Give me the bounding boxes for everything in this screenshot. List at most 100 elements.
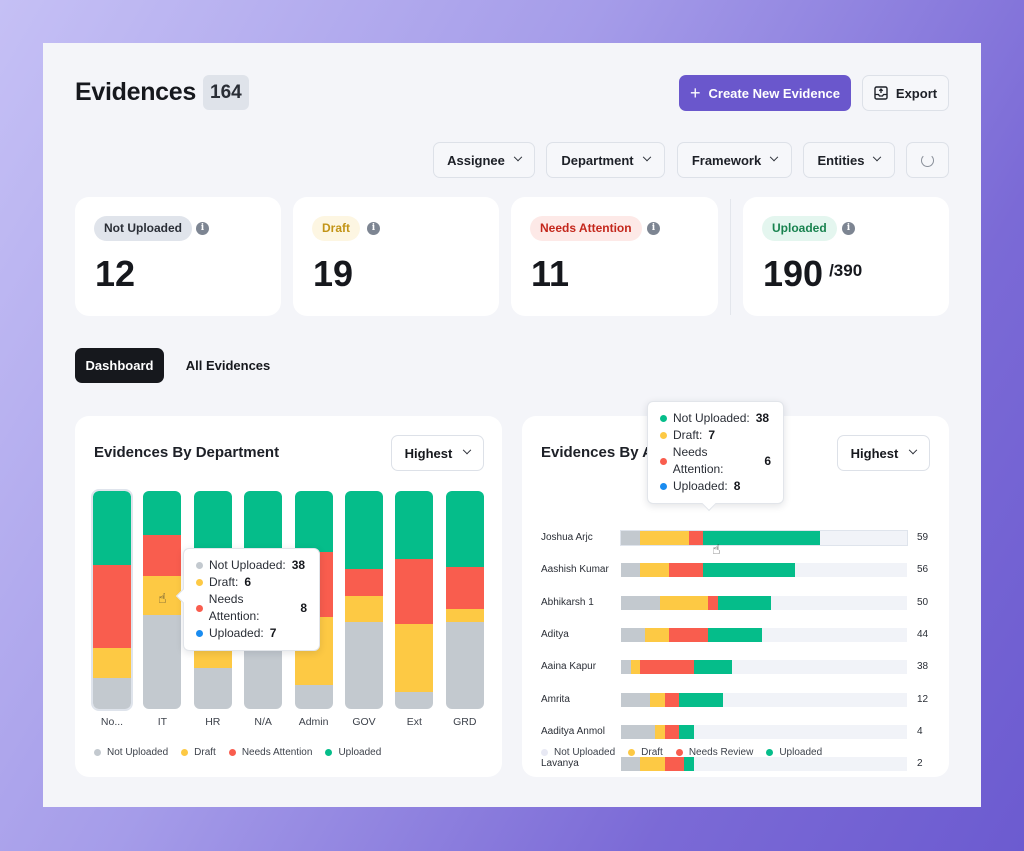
bar-segment-not-uploaded[interactable] — [294, 685, 333, 709]
sort-dropdown[interactable]: Highest — [837, 435, 930, 471]
bar-segment-not-uploaded[interactable] — [345, 621, 383, 709]
bar-segment-needs-attention[interactable] — [143, 534, 182, 576]
assignee-row-abhikarsh-1[interactable]: Abhikarsh 1 50 — [541, 595, 931, 610]
bar-segment-draft[interactable] — [93, 647, 131, 679]
legend-item-not-uploaded[interactable]: Not Uploaded — [94, 747, 168, 758]
bar-segment-not-uploaded[interactable] — [621, 563, 641, 578]
bar-segment-needs-review[interactable] — [708, 595, 718, 610]
bar-track[interactable] — [621, 563, 907, 578]
legend-item-not-uploaded[interactable]: Not Uploaded — [541, 747, 615, 758]
bar-segment-not-uploaded[interactable] — [193, 667, 232, 709]
assignee-row-lavanya[interactable]: Lavanya 2 — [541, 757, 931, 772]
bar-grd[interactable] — [445, 491, 484, 709]
bar-segment-not-uploaded[interactable] — [143, 615, 182, 709]
bar-segment-needs-attention[interactable] — [345, 569, 383, 596]
bar-track[interactable] — [621, 595, 907, 610]
tab-dashboard[interactable]: Dashboard — [75, 348, 164, 383]
bar-track[interactable] — [621, 757, 907, 772]
bar-track[interactable] — [621, 692, 907, 707]
bar-segment-not-uploaded[interactable] — [621, 660, 631, 675]
bar-segment-not-uploaded[interactable] — [445, 621, 484, 709]
bar-segment-not-uploaded[interactable] — [621, 757, 641, 772]
bar-segment-draft[interactable] — [659, 595, 709, 610]
bar-segment-uploaded[interactable] — [679, 692, 723, 707]
bar-segment-needs-review[interactable] — [669, 627, 709, 642]
bar-segment-needs-review[interactable] — [688, 531, 704, 545]
bar-segment-needs-review[interactable] — [664, 724, 680, 739]
department-filter[interactable]: Department — [546, 142, 665, 178]
bar-segment-draft[interactable] — [445, 608, 484, 622]
refresh-button[interactable] — [906, 142, 949, 178]
legend-item-draft[interactable]: Draft — [628, 747, 663, 758]
bar-gov[interactable] — [345, 491, 383, 709]
bar-segment-uploaded[interactable] — [693, 660, 733, 675]
bar-segment-not-uploaded[interactable] — [621, 692, 651, 707]
info-icon[interactable]: i — [842, 222, 855, 235]
bar-segment-uploaded[interactable] — [703, 531, 820, 545]
bar-segment-needs-attention[interactable] — [445, 567, 484, 609]
bar-segment-uploaded[interactable] — [93, 491, 131, 566]
bar-segment-draft[interactable] — [645, 627, 670, 642]
bar-segment-draft[interactable] — [395, 623, 434, 692]
create-new-evidence-button[interactable]: + Create New Evidence — [679, 75, 851, 111]
bar-segment-not-uploaded[interactable] — [395, 691, 434, 709]
legend-item-needs-attention[interactable]: Needs Attention — [228, 747, 312, 758]
assignee-row-aaditya-anmol[interactable]: Aaditya Anmol 4 — [541, 724, 931, 739]
bar-segment-not-uploaded[interactable] — [621, 595, 660, 610]
bar-track[interactable] — [620, 530, 908, 546]
assignee-row-aashish-kumar[interactable]: Aashish Kumar 56 — [541, 563, 931, 578]
bar-segment-draft[interactable] — [640, 757, 665, 772]
bar-segment-needs-review[interactable] — [664, 757, 684, 772]
assignee-row-joshua-arjc[interactable]: Joshua Arjc 59 — [541, 530, 931, 546]
bar-no[interactable] — [91, 489, 133, 711]
assignee-row-aaina-kapur[interactable]: Aaina Kapur 38 — [541, 660, 931, 675]
legend-item-needs-review[interactable]: Needs Review — [675, 747, 753, 758]
bar-segment-not-uploaded[interactable] — [244, 641, 283, 709]
info-icon[interactable]: i — [367, 222, 380, 235]
bar-segment-draft[interactable] — [654, 724, 665, 739]
legend-item-uploaded[interactable]: Uploaded — [325, 747, 381, 758]
bar-segment-uploaded[interactable] — [683, 757, 694, 772]
bar-segment-uploaded[interactable] — [345, 491, 383, 570]
bar-segment-needs-attention[interactable] — [395, 558, 434, 624]
entities-filter[interactable]: Entities — [803, 142, 895, 178]
bar-segment-needs-review[interactable] — [669, 563, 704, 578]
bar-segment-uploaded[interactable] — [679, 724, 694, 739]
bar-segment-uploaded[interactable] — [445, 491, 484, 568]
bar-segment-needs-attention[interactable] — [93, 565, 131, 648]
framework-filter[interactable]: Framework — [677, 142, 792, 178]
export-button[interactable]: Export — [862, 75, 949, 111]
bar-segment-not-uploaded[interactable] — [93, 678, 131, 709]
bar-segment-uploaded[interactable] — [193, 491, 232, 555]
assignee-filter[interactable]: Assignee — [433, 142, 535, 178]
info-icon[interactable]: i — [196, 222, 209, 235]
bar-ext[interactable] — [395, 491, 434, 709]
tab-all-evidences[interactable]: All Evidences — [177, 348, 279, 383]
info-icon[interactable]: i — [647, 222, 660, 235]
bar-segment-draft[interactable] — [345, 595, 383, 622]
bar-track[interactable] — [621, 660, 907, 675]
bar-segment-uploaded[interactable] — [708, 627, 762, 642]
bar-segment-uploaded[interactable] — [717, 595, 772, 610]
bar-segment-draft[interactable] — [640, 563, 670, 578]
bar-segment-needs-review[interactable] — [640, 660, 694, 675]
bar-segment-draft[interactable] — [650, 692, 665, 707]
bar-segment-uploaded[interactable] — [143, 491, 182, 535]
assignee-row-aditya[interactable]: Aditya 44 — [541, 627, 931, 642]
bar-track[interactable] — [621, 724, 907, 739]
bar-segment-uploaded[interactable] — [395, 491, 434, 559]
legend-item-draft[interactable]: Draft — [181, 747, 216, 758]
assignee-row-amrita[interactable]: Amrita 12 — [541, 692, 931, 707]
bar-segment-not-uploaded[interactable] — [621, 627, 646, 642]
bar-segment-not-uploaded[interactable] — [621, 724, 655, 739]
bar-segment-not-uploaded[interactable] — [621, 531, 641, 545]
sort-dropdown[interactable]: Highest — [391, 435, 484, 471]
bar-segment-draft[interactable] — [640, 531, 689, 545]
legend-item-uploaded[interactable]: Uploaded — [766, 747, 822, 758]
bar-segment-uploaded[interactable] — [703, 563, 796, 578]
assignee-name: Aaditya Anmol — [541, 725, 605, 737]
bar-segment-needs-review[interactable] — [664, 692, 680, 707]
bar-track[interactable] — [621, 627, 907, 642]
bar-segment-uploaded[interactable] — [294, 491, 333, 553]
bar-segment-draft[interactable] — [630, 660, 641, 675]
